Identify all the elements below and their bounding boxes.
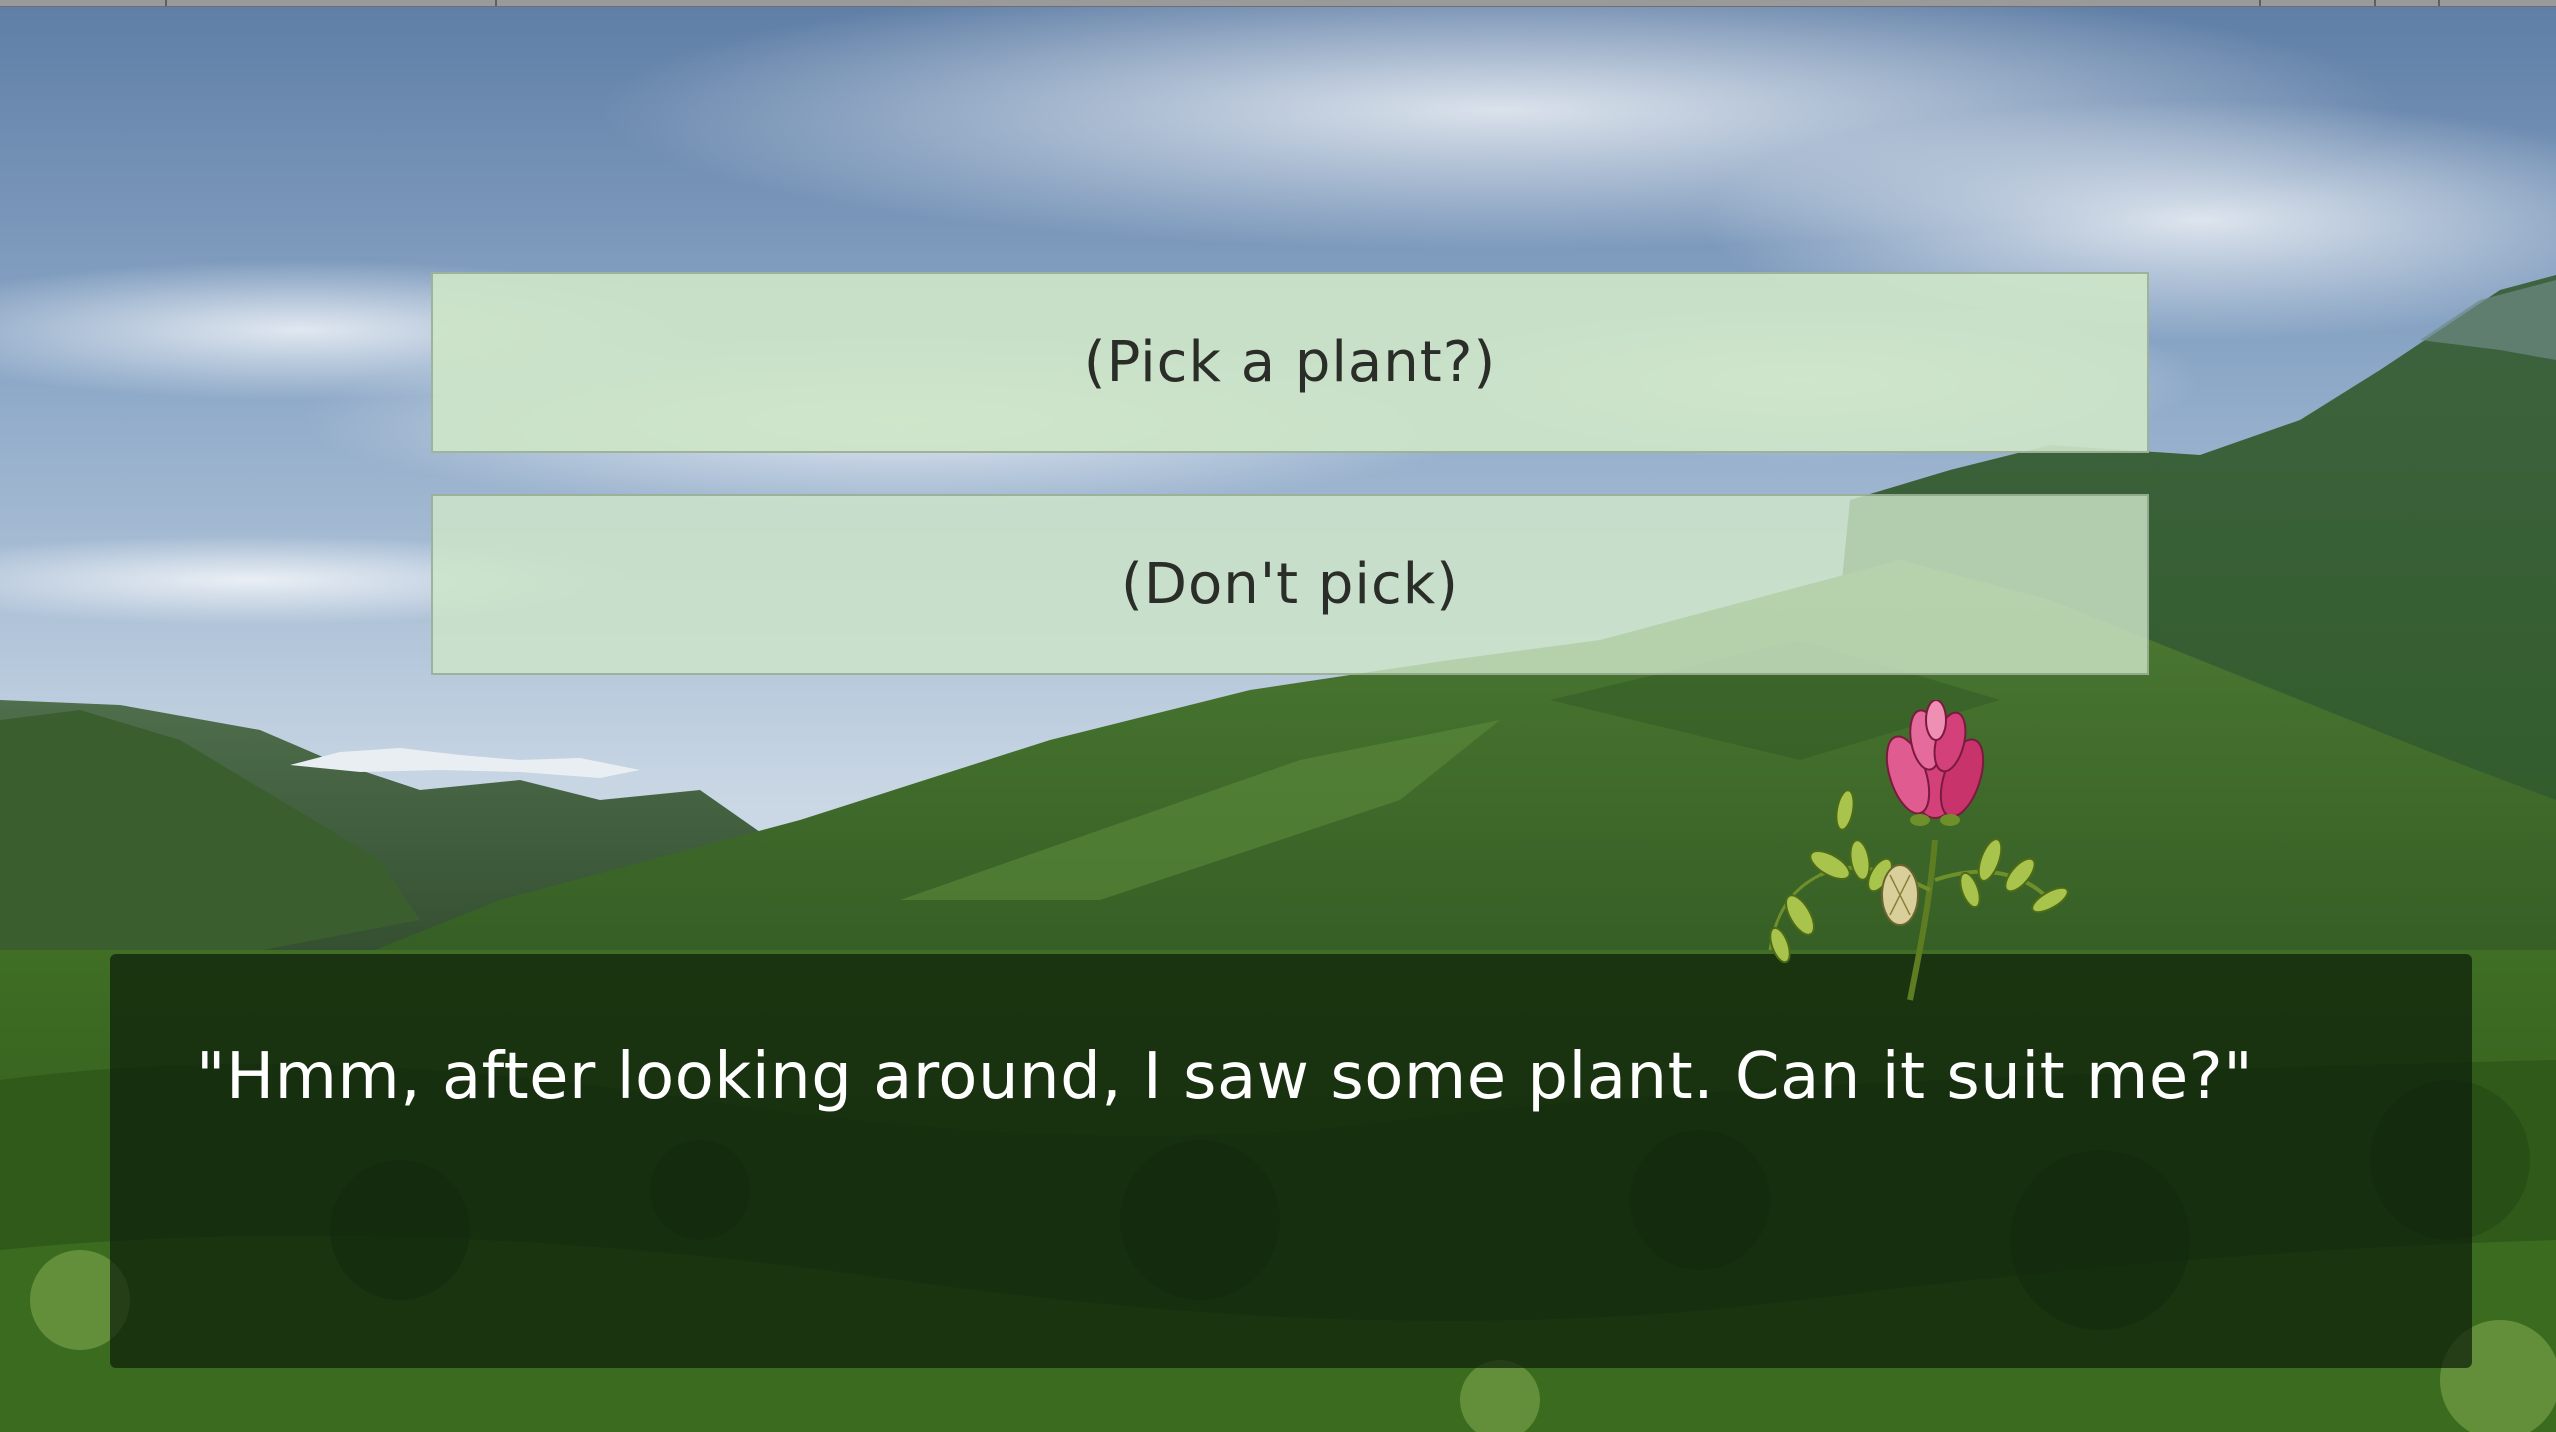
dialogue-box[interactable]: "Hmm, after looking around, I saw some p… [110, 954, 2472, 1368]
pink-flower-icon [1768, 700, 2069, 1001]
choice-dont-pick-button[interactable]: (Don't pick) [431, 494, 2149, 675]
choice-label: (Pick a plant?) [1083, 330, 1497, 395]
dialogue-text: "Hmm, after looking around, I saw some p… [196, 1040, 2254, 1114]
top-toolbar-strip [0, 0, 2556, 7]
choice-pick-plant-button[interactable]: (Pick a plant?) [431, 272, 2149, 453]
choice-label: (Don't pick) [1120, 552, 1460, 617]
game-scene: (Pick a plant?) (Don't pick) "Hmm, after… [0, 0, 2556, 1432]
